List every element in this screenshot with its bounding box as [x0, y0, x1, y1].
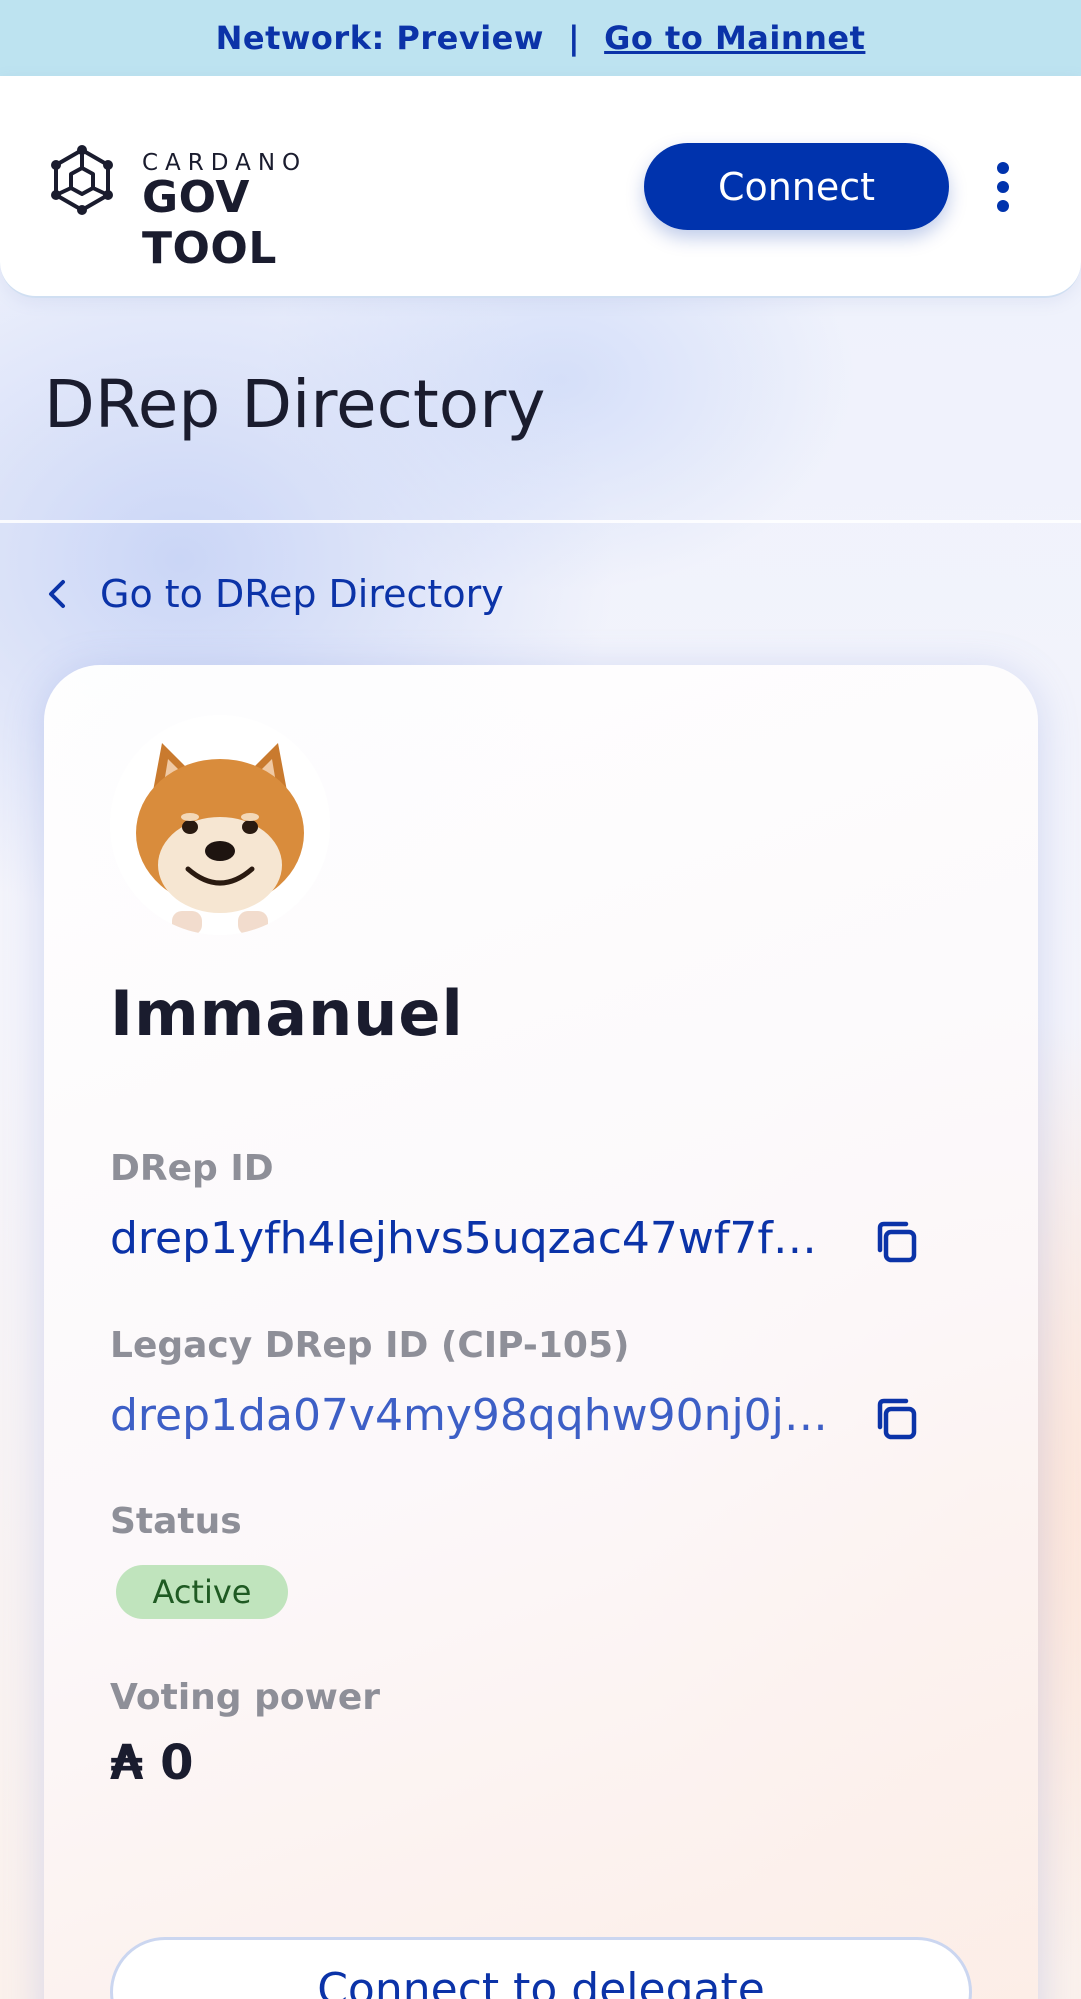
- drep-details-card: Immanuel DRep ID drep1yfh4lejhvs5uqzac47…: [44, 665, 1038, 1999]
- drep-id-label: DRep ID: [110, 1148, 274, 1189]
- menu-dot: [997, 162, 1009, 174]
- top-header: CARDANO GOV TOOL Connect: [0, 76, 1081, 298]
- copy-icon[interactable]: [870, 1216, 922, 1268]
- back-link-label: Go to DRep Directory: [100, 572, 504, 616]
- logo-big-text: GOV TOOL: [142, 172, 277, 274]
- shiba-dog-avatar-image: [110, 715, 330, 935]
- voting-power-label: Voting power: [110, 1677, 381, 1718]
- network-banner: Network: Preview | Go to Mainnet: [0, 0, 1081, 76]
- menu-dot: [997, 181, 1009, 193]
- back-to-directory-link[interactable]: Go to DRep Directory: [44, 569, 504, 619]
- legacy-drep-id-value: drep1da07v4my98qqhw90nj0jw…: [110, 1390, 840, 1441]
- legacy-drep-id-label: Legacy DRep ID (CIP-105): [110, 1325, 630, 1366]
- cardano-hex-logo-icon: [51, 145, 113, 215]
- drep-avatar: [110, 715, 330, 935]
- network-label: Network: Preview: [215, 19, 544, 57]
- voting-power-value: ₳ 0: [110, 1735, 194, 1791]
- drep-id-value: drep1yfh4lejhvs5uqzac47wf7f6…: [110, 1213, 840, 1264]
- status-label: Status: [110, 1501, 242, 1542]
- connect-to-delegate-button[interactable]: Connect to delegate: [110, 1937, 972, 1999]
- status-badge: Active: [116, 1565, 288, 1619]
- connect-wallet-button[interactable]: Connect: [644, 143, 949, 230]
- banner-separator: |: [567, 19, 581, 57]
- go-to-mainnet-link[interactable]: Go to Mainnet: [604, 19, 865, 57]
- copy-icon[interactable]: [870, 1393, 922, 1445]
- drep-name: Immanuel: [110, 977, 464, 1050]
- gov-tool-logo[interactable]: CARDANO GOV TOOL: [42, 142, 382, 274]
- chevron-left-icon: [49, 580, 65, 608]
- vertical-dots-icon[interactable]: [985, 158, 1021, 216]
- title-divider: [0, 520, 1081, 523]
- menu-dot: [997, 200, 1009, 212]
- page-title: DRep Directory: [44, 366, 546, 443]
